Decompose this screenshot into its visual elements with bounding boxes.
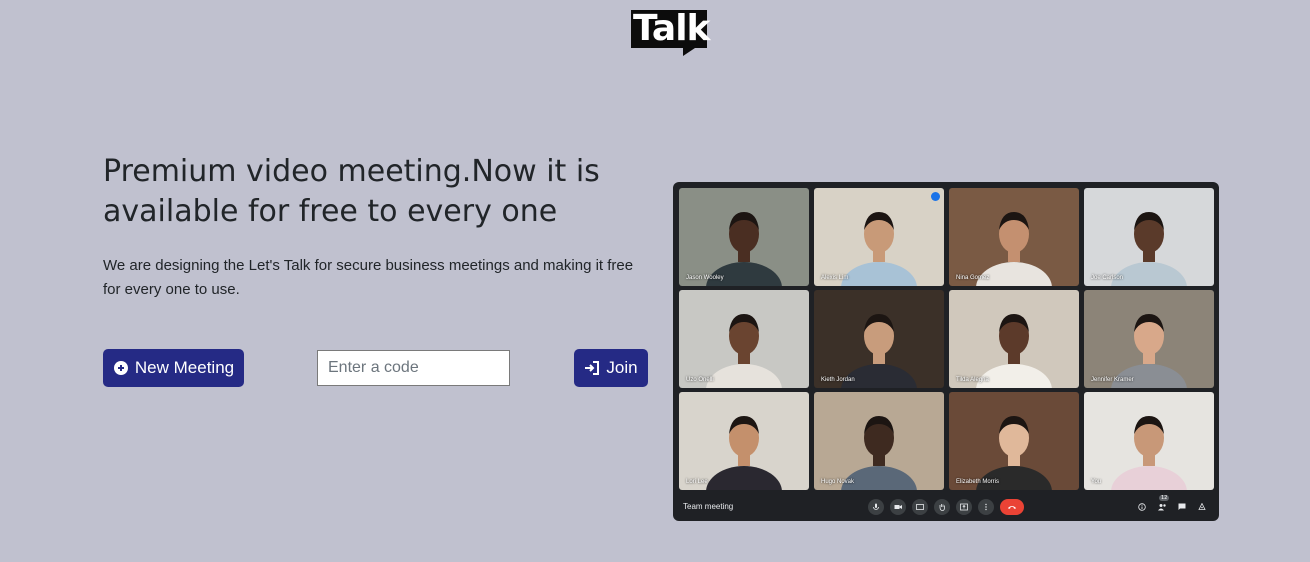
more-options-icon: [978, 499, 994, 515]
participant-name: Hugo Novak: [821, 479, 855, 485]
participant-avatar: [841, 314, 917, 388]
participant-avatar: [706, 314, 782, 388]
meeting-title: Team meeting: [683, 502, 734, 511]
participant-name: Kieth Jordan: [821, 377, 855, 383]
participant-avatar: [1111, 212, 1187, 286]
participant-tile: Lori Lee: [679, 392, 809, 490]
participant-count-badge: 12: [1159, 495, 1170, 501]
hero-headline: Premium video meeting.Now it is availabl…: [103, 154, 600, 229]
participant-name: Lori Lee: [686, 479, 708, 485]
sign-in-icon: [584, 360, 600, 376]
logo-text: Talk: [633, 8, 710, 49]
participant-name: Joe Carlson: [1091, 275, 1124, 281]
participant-tile: Tilda Alegria: [949, 290, 1079, 388]
participant-tile: Jennifer Kramer: [1084, 290, 1214, 388]
participant-tile: Joe Carlson: [1084, 188, 1214, 286]
end-call-icon: [1000, 499, 1024, 515]
captions-icon: [912, 499, 928, 515]
new-meeting-button[interactable]: New Meeting: [103, 349, 244, 387]
participant-tile: Jason Wooley: [679, 188, 809, 286]
participant-name: Jason Wooley: [686, 275, 724, 281]
new-meeting-icon: [113, 360, 129, 376]
people-icon: 12: [1157, 495, 1170, 512]
participant-avatar: [976, 212, 1052, 286]
hero-subtext: We are designing the Let's Talk for secu…: [103, 257, 634, 298]
participant-avatar: [706, 212, 782, 286]
mic-icon: [868, 499, 884, 515]
present-icon: [956, 499, 972, 515]
participant-tile: You: [1084, 392, 1214, 490]
activities-icon: [1197, 502, 1207, 512]
participant-avatar: [976, 314, 1052, 388]
participant-name: Tilda Alegria: [956, 377, 989, 383]
meeting-preview-image: Jason Wooley Alexis Lim Nina Gomez Joe Carl…: [673, 182, 1219, 521]
new-meeting-label: New Meeting: [134, 358, 235, 377]
participant-name: You: [1091, 479, 1102, 485]
participant-avatar: [1111, 416, 1187, 490]
meeting-code-input[interactable]: [317, 350, 510, 386]
participant-avatar: [841, 212, 917, 286]
participant-name: Alexis Lim: [821, 275, 849, 281]
participant-avatar: [1111, 314, 1187, 388]
participant-tile: Nina Gomez: [949, 188, 1079, 286]
participant-grid: Jason Wooley Alexis Lim Nina Gomez Joe Carl…: [679, 188, 1214, 490]
participant-avatar: [976, 416, 1052, 490]
join-button[interactable]: Join: [574, 349, 648, 387]
call-controls: [868, 499, 1024, 515]
raise-hand-icon: [934, 499, 950, 515]
info-icon: [1137, 502, 1147, 512]
participant-avatar: [841, 416, 917, 490]
meeting-side-controls: 12: [1137, 495, 1207, 512]
chat-icon: [1177, 502, 1187, 512]
participant-name: Uzo Onelli: [686, 377, 714, 383]
participant-name: Elizabeth Morris: [956, 479, 1000, 485]
join-label: Join: [606, 358, 638, 377]
talk-logo: Talk: [631, 8, 710, 56]
participant-avatar: [706, 416, 782, 490]
participant-tile: Alexis Lim: [814, 188, 944, 286]
participant-name: Nina Gomez: [956, 275, 990, 281]
participant-tile: Hugo Novak: [814, 392, 944, 490]
participant-tile: Elizabeth Morris: [949, 392, 1079, 490]
camera-icon: [890, 499, 906, 515]
participant-tile: Kieth Jordan: [814, 290, 944, 388]
pin-icon: [931, 192, 940, 201]
participant-name: Jennifer Kramer: [1091, 377, 1134, 383]
participant-tile: Uzo Onelli: [679, 290, 809, 388]
